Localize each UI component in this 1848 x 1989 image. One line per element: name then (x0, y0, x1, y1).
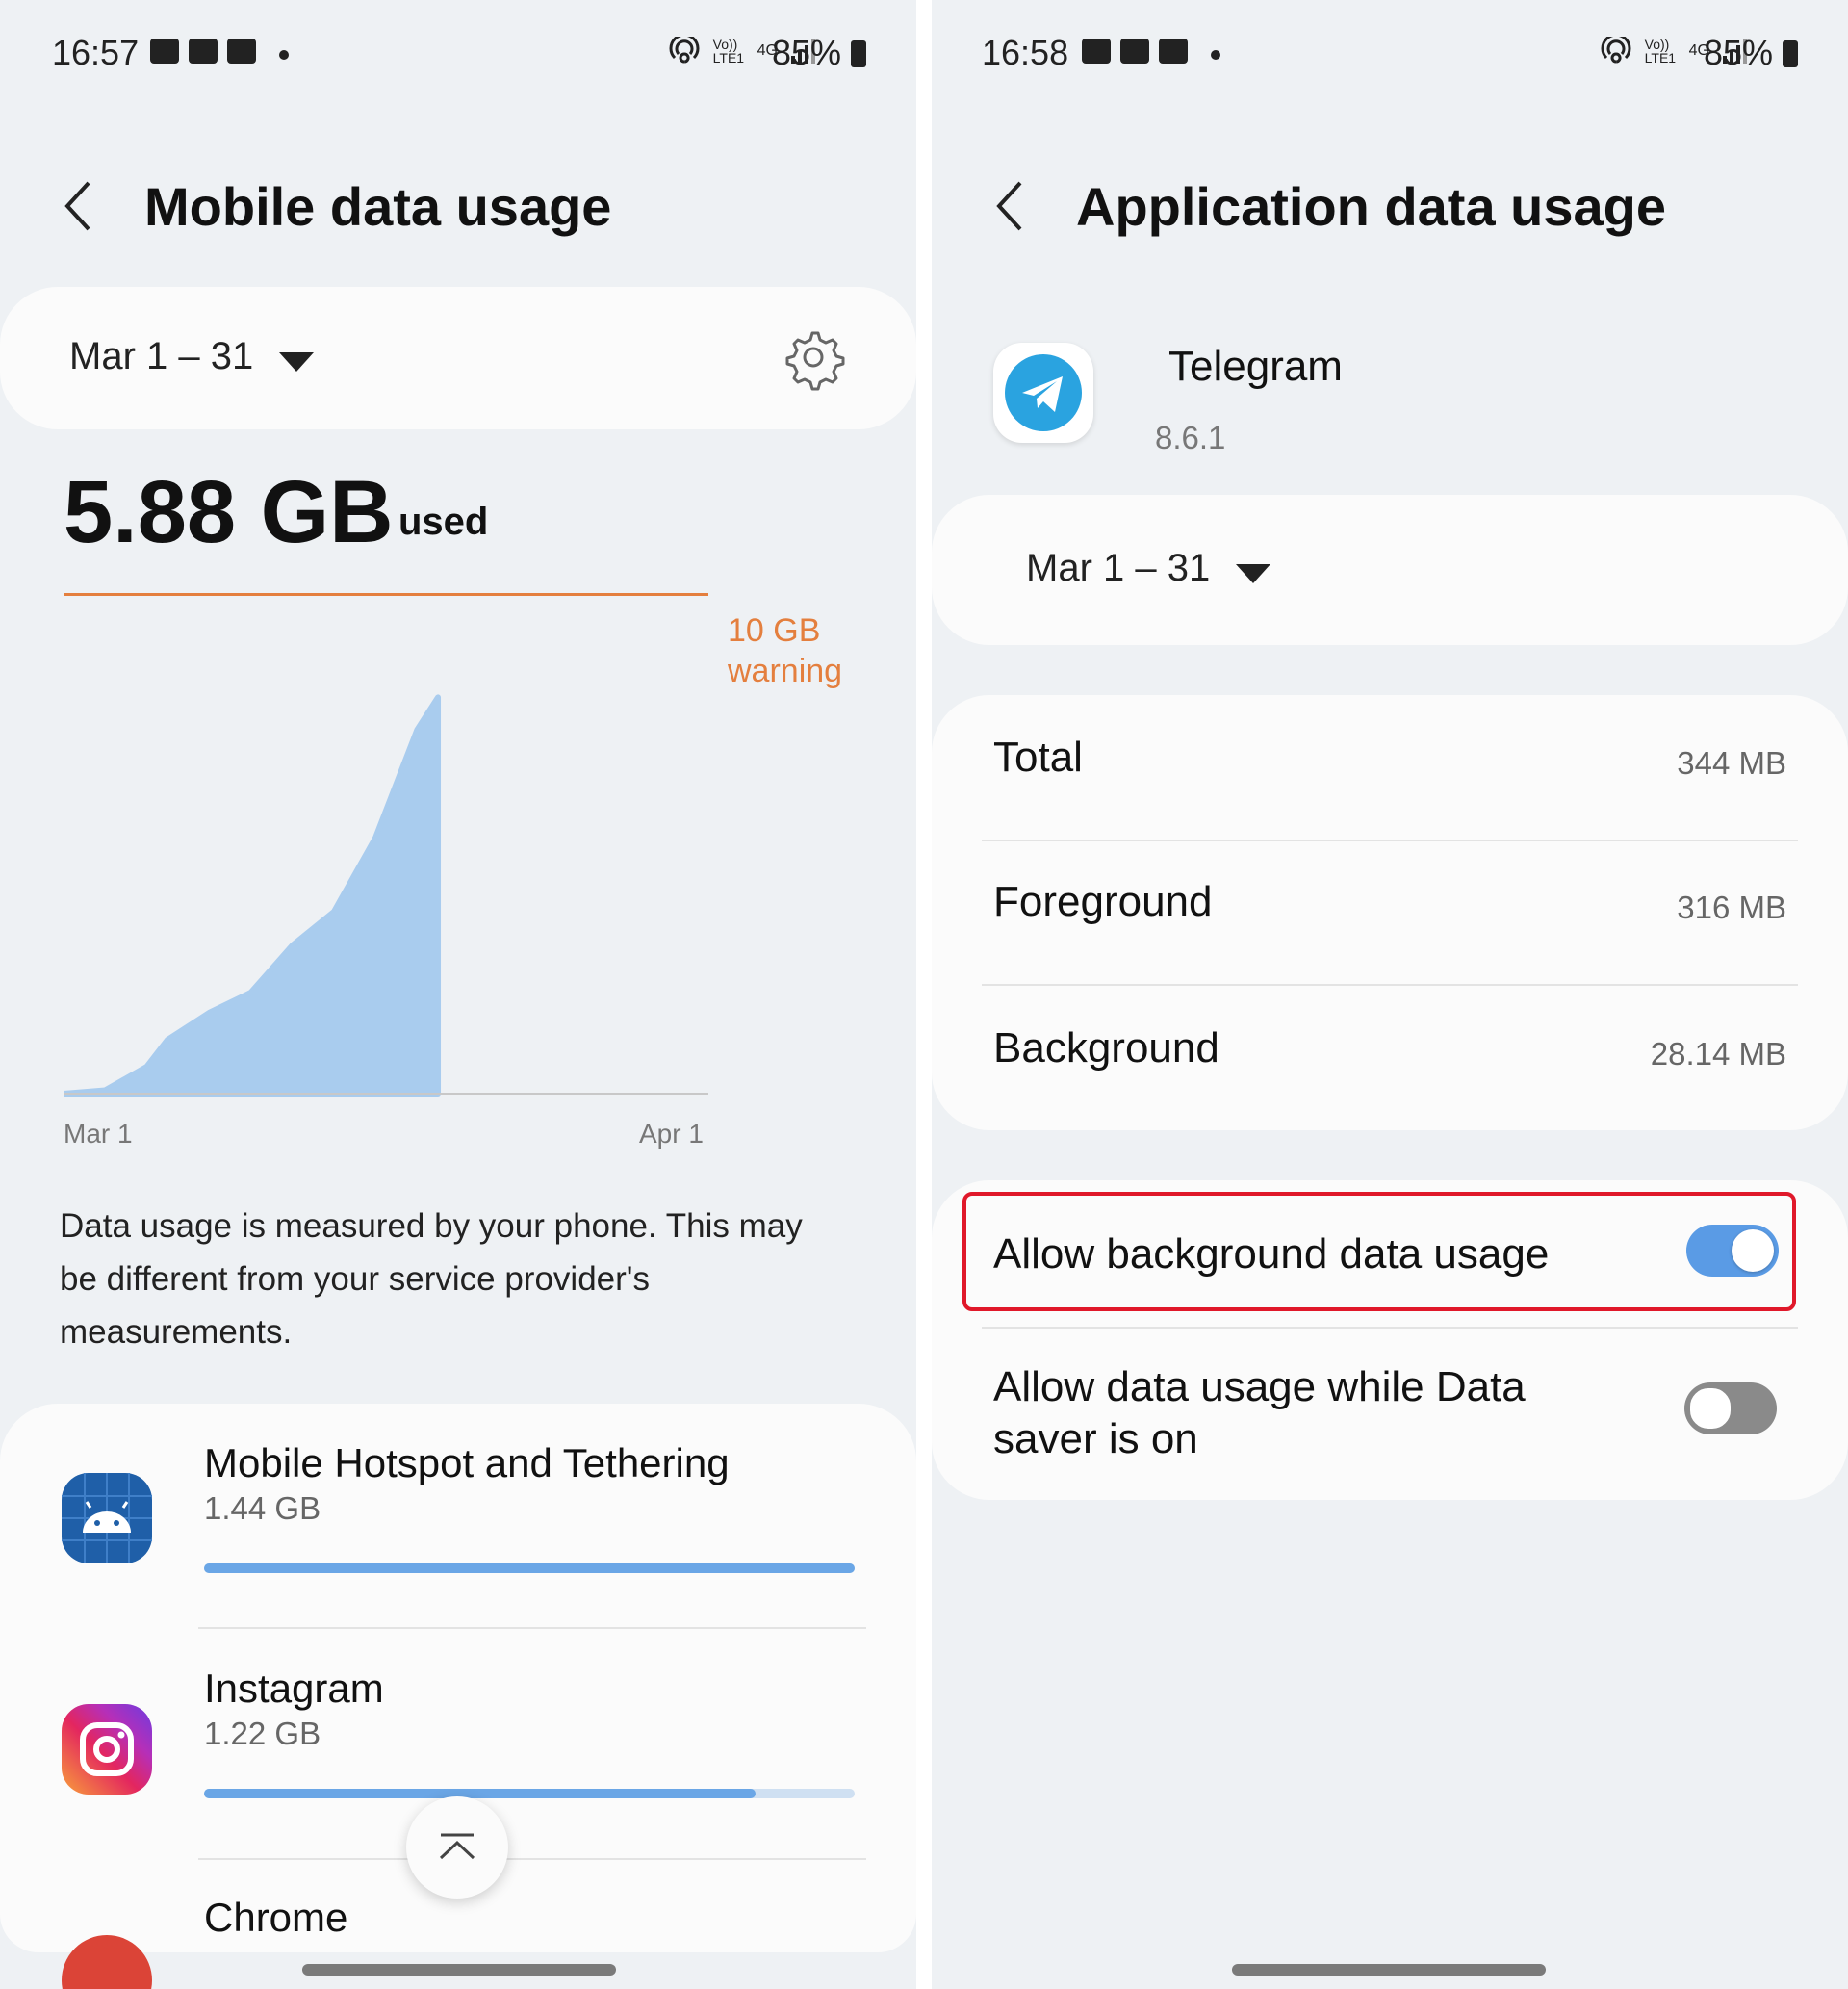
scroll-to-top-button[interactable] (406, 1796, 508, 1899)
app-name: Instagram (204, 1666, 384, 1711)
battery-percent: 85% (771, 33, 841, 72)
youtube-icon (189, 39, 218, 64)
page-title: Application data usage (1076, 176, 1666, 237)
data-saver-toggle[interactable] (1684, 1382, 1777, 1434)
chrome-icon (62, 1935, 152, 1989)
app-bar: Mobile data usage (0, 164, 916, 250)
measurement-note: Data usage is measured by your phone. Th… (60, 1207, 803, 1351)
instagram-icon (62, 1704, 152, 1795)
notification-icons (1082, 39, 1188, 64)
back-button[interactable] (60, 177, 98, 235)
used-label: used (398, 501, 489, 543)
home-indicator[interactable] (302, 1964, 616, 1976)
battery-icon (1783, 40, 1798, 67)
app-bar: Application data usage (932, 164, 1848, 250)
app-name: Chrome (204, 1895, 348, 1940)
application-data-usage-screen: 16:58 Vo)) LTE1 4G 85% Application data … (932, 0, 1848, 1989)
telegram-icon (993, 343, 1093, 443)
highlight-box (962, 1192, 1796, 1311)
more-notifications-dot-icon (1211, 50, 1220, 60)
status-time: 16:58 (982, 33, 1069, 72)
list-divider (198, 1627, 866, 1629)
status-time: 16:57 (52, 33, 140, 72)
list-divider (982, 1327, 1798, 1329)
stat-value-foreground: 316 MB (1677, 890, 1786, 925)
list-divider (198, 1858, 866, 1860)
battery-icon (851, 40, 866, 67)
app-data-size: 1.44 GB (204, 1490, 321, 1526)
stat-label-total: Total (993, 734, 1083, 781)
youtube-icon (1120, 39, 1149, 64)
usage-bar-fill (204, 1563, 855, 1573)
x-axis-end-label: Apr 1 (639, 1119, 704, 1149)
list-item[interactable]: Mobile Hotspot and Tethering 1.44 GB (0, 1404, 916, 1625)
gallery-icon (1082, 39, 1111, 64)
back-button[interactable] (991, 177, 1030, 235)
used-amount: 5.88 GB (64, 463, 394, 561)
hotspot-icon (669, 37, 700, 64)
hotspot-icon (1601, 37, 1631, 64)
setting-label-data-saver: Allow data usage while Data saver is on (993, 1363, 1526, 1462)
period-dropdown-label[interactable]: Mar 1 – 31 (1026, 547, 1210, 590)
usage-chart (64, 694, 708, 1097)
settings-gear-icon[interactable] (780, 323, 847, 391)
stat-value-total: 344 MB (1677, 745, 1786, 781)
android-icon (62, 1473, 152, 1563)
app-name: Mobile Hotspot and Tethering (204, 1440, 730, 1485)
chevron-left-icon (64, 181, 90, 231)
calendar-icon (227, 39, 256, 64)
list-divider (982, 840, 1798, 841)
volte-label: Vo)) LTE1 (1644, 37, 1677, 65)
mobile-data-usage-screen: 16:57 Vo)) LTE1 4G 85% Mobile data usage… (0, 0, 916, 1989)
app-name: Telegram (1168, 343, 1343, 390)
battery-percent: 85% (1703, 33, 1773, 72)
period-dropdown-label[interactable]: Mar 1 – 31 (69, 335, 253, 378)
app-version: 8.6.1 (1155, 420, 1226, 455)
usage-stats-card: Total 344 MB Foreground 316 MB Backgroun… (932, 695, 1848, 1130)
usage-area-series (64, 694, 442, 1097)
list-divider (982, 984, 1798, 986)
period-selector-card: Mar 1 – 31 (0, 287, 916, 429)
notification-icons (150, 39, 256, 64)
home-indicator[interactable] (1232, 1964, 1546, 1976)
usage-bar (204, 1789, 855, 1798)
page-title: Mobile data usage (144, 176, 612, 237)
stat-label-background: Background (993, 1024, 1219, 1072)
chevron-left-icon (996, 181, 1022, 231)
x-axis-start-label: Mar 1 (64, 1119, 133, 1149)
toggle-knob (1687, 1385, 1733, 1432)
more-notifications-dot-icon (279, 50, 289, 60)
chevron-down-icon[interactable] (1236, 564, 1270, 583)
status-bar: 16:57 Vo)) LTE1 4G 85% (0, 29, 916, 79)
status-bar: 16:58 Vo)) LTE1 4G 85% (932, 29, 1848, 79)
arrow-up-to-top-icon (439, 1833, 475, 1860)
volte-label: Vo)) LTE1 (712, 37, 745, 65)
stat-label-foreground: Foreground (993, 878, 1213, 925)
app-data-size: 1.22 GB (204, 1716, 321, 1751)
screens-divider (916, 0, 932, 1989)
period-selector-card: Mar 1 – 31 (932, 495, 1848, 645)
gallery-icon (150, 39, 179, 64)
usage-bar (204, 1563, 855, 1573)
stat-value-background: 28.14 MB (1650, 1036, 1786, 1072)
calendar-icon (1159, 39, 1188, 64)
chevron-down-icon[interactable] (279, 352, 314, 372)
